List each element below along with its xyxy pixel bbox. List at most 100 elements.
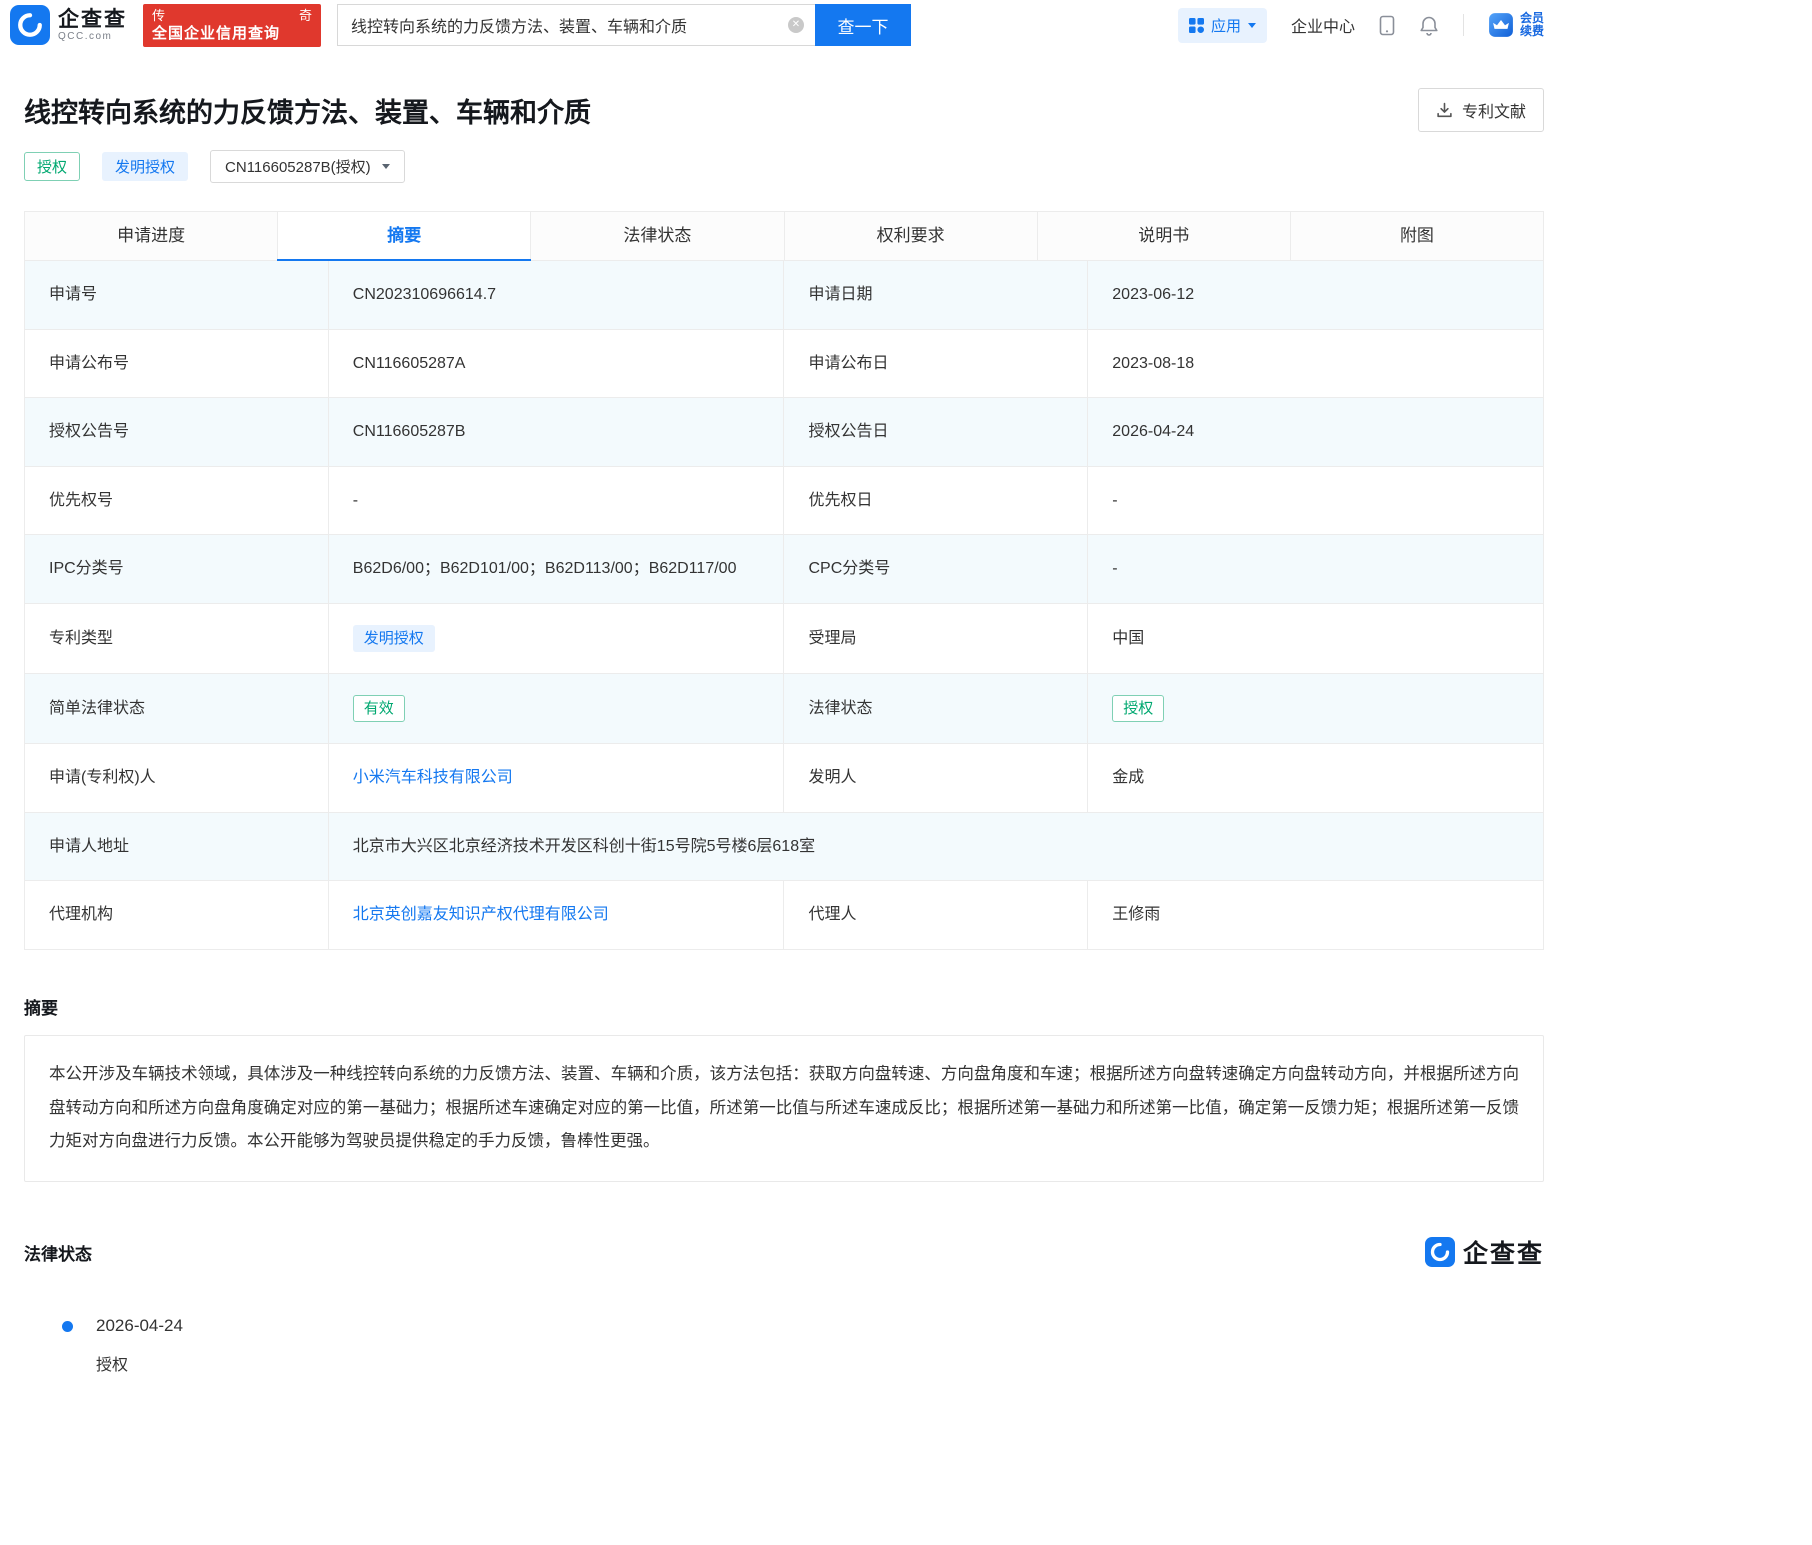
table-row: IPC分类号 B62D6/00；B62D101/00；B62D113/00；B62… (24, 534, 1544, 604)
field-value: 有效 (327, 672, 785, 744)
divider (1462, 14, 1464, 36)
field-label: 授权公告日 (783, 397, 1089, 467)
main-content: 线控转向系统的力反馈方法、装置、车辆和介质 专利文献 授权 发明授权 CN116… (0, 88, 1568, 1545)
field-label: 简单法律状态 (24, 672, 329, 744)
qcc-watermark-logo: 企查查 (1424, 1234, 1544, 1270)
field-value: 授权 (1087, 672, 1544, 744)
field-label: 申请人地址 (24, 811, 329, 882)
promo-slogan: 全国企业信用查询 (152, 24, 281, 42)
field-label: 申请(专利权)人 (24, 742, 329, 813)
table-row: 申请公布号 CN116605287A 申请公布日 2023-08-18 (24, 328, 1544, 399)
field-label: 授权公告号 (24, 397, 329, 467)
patent-number-value: CN116605287B(授权) (225, 159, 371, 176)
table-row: 申请人地址 北京市大兴区北京经济技术开发区科创十街15号院5号楼6层618室 (24, 811, 1545, 882)
watermark-name: 企查查 (1462, 1240, 1544, 1269)
field-label: 申请号 (24, 260, 329, 330)
table-row: 申请(专利权)人 小米汽车科技有限公司 发明人 金成 (24, 742, 1544, 813)
enterprise-center-link[interactable]: 企业中心 (1291, 13, 1355, 37)
field-value: 北京英创嘉友知识产权代理有限公司 (327, 880, 785, 950)
table-row: 简单法律状态 有效 法律状态 授权 (24, 672, 1544, 744)
patent-type-badge: 发明授权 (352, 624, 435, 652)
table-row: 代理机构 北京英创嘉友知识产权代理有限公司 代理人 王修雨 (24, 880, 1544, 950)
promo-badge[interactable]: 传 奇 全国企业信用查询 (143, 3, 321, 47)
field-value: - (327, 465, 785, 536)
apps-grid-icon (1188, 17, 1204, 33)
top-header: 企查查 QCC.com 传 奇 全国企业信用查询 ✕ 查一下 应用 (0, 0, 1568, 50)
tab-bar: 申请进度 摘要 法律状态 权利要求 说明书 附图 (24, 211, 1545, 261)
patent-document-label: 专利文献 (1461, 104, 1526, 121)
tab-abstract[interactable]: 摘要 (277, 211, 532, 261)
agency-link[interactable]: 北京英创嘉友知识产权代理有限公司 (353, 906, 609, 923)
field-value: CN202310696614.7 (327, 260, 785, 330)
field-value: 中国 (1087, 602, 1544, 674)
search-button[interactable]: 查一下 (815, 4, 911, 46)
field-label: 申请公布日 (783, 328, 1089, 399)
notification-bell-icon[interactable] (1419, 15, 1439, 36)
field-label: CPC分类号 (783, 534, 1089, 604)
logo-domain: QCC.com (58, 31, 113, 43)
tab-drawings[interactable]: 附图 (1290, 211, 1545, 261)
tab-claims[interactable]: 权利要求 (784, 211, 1038, 261)
tab-application-progress[interactable]: 申请进度 (24, 211, 279, 261)
field-label: 法律状态 (783, 672, 1089, 744)
member-renew-badge[interactable]: 会员 续费 (1488, 12, 1544, 38)
field-label: 代理人 (783, 880, 1089, 950)
qcc-logo-icon (1424, 1237, 1455, 1268)
field-value: - (1087, 534, 1544, 604)
patent-document-button[interactable]: 专利文献 (1417, 88, 1544, 132)
legal-status-heading: 法律状态 (24, 1244, 92, 1264)
table-row: 专利类型 发明授权 受理局 中国 (24, 602, 1544, 674)
apps-label: 应用 (1210, 17, 1241, 35)
mobile-app-icon[interactable] (1379, 15, 1395, 36)
table-row: 优先权号 - 优先权日 - (24, 465, 1544, 536)
abstract-heading: 摘要 (24, 998, 58, 1018)
field-label: 发明人 (783, 742, 1089, 813)
legal-status-badge: 授权 (1112, 694, 1165, 722)
search-input[interactable] (337, 4, 815, 46)
field-value: 北京市大兴区北京经济技术开发区科创十街15号院5号楼6层618室 (327, 811, 1545, 882)
promo-right: 奇 (298, 7, 312, 23)
table-row: 申请号 CN202310696614.7 申请日期 2023-06-12 (24, 260, 1544, 330)
qcc-logo-icon (10, 5, 50, 45)
field-value: 2023-08-18 (1087, 328, 1544, 399)
download-icon (1436, 102, 1453, 119)
field-value: B62D6/00；B62D101/00；B62D113/00；B62D117/0… (327, 534, 785, 604)
field-label: IPC分类号 (24, 534, 329, 604)
field-value: CN116605287B (327, 397, 785, 467)
field-value: 2023-06-12 (1087, 260, 1544, 330)
table-row: 授权公告号 CN116605287B 授权公告日 2026-04-24 (24, 397, 1544, 467)
grant-status-badge: 授权 (24, 152, 81, 181)
timeline-item: 2026-04-24 授权 (62, 1316, 1544, 1375)
qcc-logo[interactable]: 企查查 QCC.com (10, 5, 127, 45)
applicant-link[interactable]: 小米汽车科技有限公司 (353, 769, 513, 786)
abstract-text: 本公开涉及车辆技术领域，具体涉及一种线控转向系统的力反馈方法、装置、车辆和介质，… (24, 1034, 1544, 1183)
tab-description[interactable]: 说明书 (1037, 211, 1291, 261)
field-value: CN116605287A (327, 328, 785, 399)
timeline-date: 2026-04-24 (96, 1316, 183, 1336)
legal-status-timeline: 2026-04-24 授权 (62, 1316, 1544, 1375)
tab-legal-status[interactable]: 法律状态 (531, 211, 785, 261)
field-label: 优先权日 (783, 465, 1089, 536)
patent-info-table: 申请号 CN202310696614.7 申请日期 2023-06-12 申请公布号 CN… (24, 260, 1545, 950)
page: 企查查 QCC.com 传 奇 全国企业信用查询 ✕ 查一下 应用 (0, 0, 1568, 1545)
field-label: 优先权号 (24, 465, 329, 536)
field-label: 受理局 (783, 602, 1089, 674)
chevron-down-icon (1247, 22, 1256, 28)
field-value: 发明授权 (327, 602, 785, 674)
promo-left: 传 (152, 7, 166, 23)
logo-name: 企查查 (58, 7, 127, 31)
patent-number-select[interactable]: CN116605287B(授权) (210, 150, 405, 183)
field-label: 申请公布号 (24, 328, 329, 399)
field-value: 2026-04-24 (1087, 397, 1544, 467)
field-value: 王修雨 (1087, 880, 1544, 950)
apps-menu[interactable]: 应用 (1177, 7, 1267, 43)
timeline-dot-icon (62, 1321, 73, 1333)
page-title: 线控转向系统的力反馈方法、装置、车辆和介质 (24, 97, 591, 128)
field-value: 小米汽车科技有限公司 (327, 742, 785, 813)
field-value: - (1087, 465, 1544, 536)
clear-search-icon[interactable]: ✕ (788, 17, 804, 33)
patent-type-tag: 发明授权 (102, 152, 189, 181)
vip-icon (1488, 12, 1514, 38)
timeline-status: 授权 (96, 1357, 129, 1375)
field-label: 代理机构 (24, 880, 329, 950)
